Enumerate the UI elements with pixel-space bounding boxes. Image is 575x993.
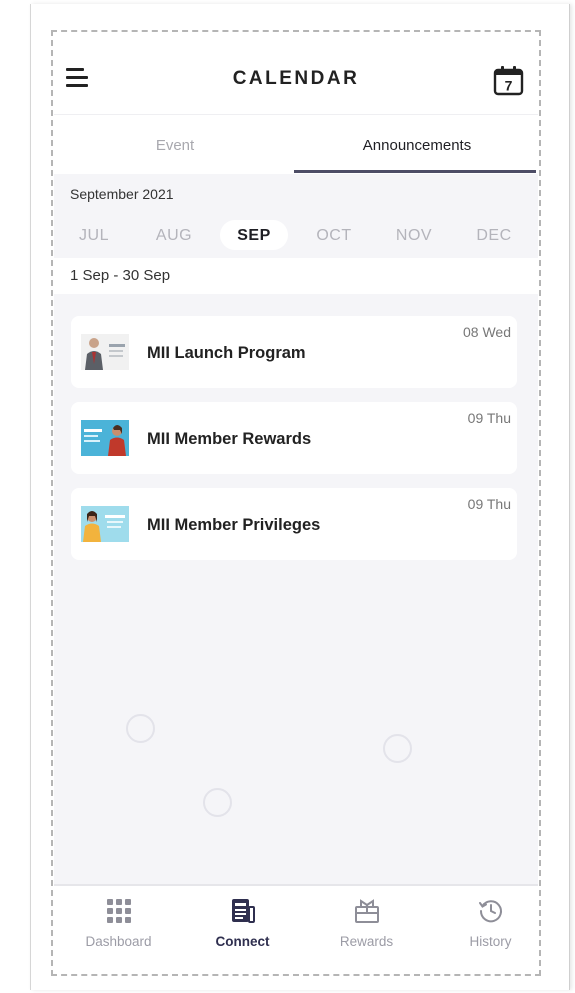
tab-bar: Event Announcements <box>54 114 538 174</box>
announcement-card[interactable]: MII Member Privileges 09 Thu <box>71 488 517 560</box>
bottom-navigation: Dashboard Connect Rewards History <box>54 884 538 974</box>
announcement-content: September 2021 JUL AUG SEP OCT NOV DEC 1… <box>54 174 538 884</box>
announcement-title: MII Launch Program <box>147 344 306 362</box>
month-oct[interactable]: OCT <box>300 220 368 250</box>
newspaper-icon <box>230 898 256 924</box>
nav-label: Dashboard <box>85 934 152 949</box>
announcement-card[interactable]: MII Member Rewards 09 Thu <box>71 402 517 474</box>
nav-history[interactable]: History <box>430 886 538 974</box>
announcement-thumbnail <box>81 420 129 456</box>
nav-label: Connect <box>215 934 270 949</box>
app-screen: CALENDAR 7 Event Announcements September… <box>54 34 538 974</box>
active-tab-indicator <box>294 170 536 173</box>
announcement-card[interactable]: MII Launch Program 08 Wed <box>71 316 517 388</box>
decorative-circle <box>383 734 412 763</box>
nav-rewards[interactable]: Rewards <box>306 886 427 974</box>
announcement-date: 08 Wed <box>463 324 511 340</box>
decorative-circle <box>126 714 155 743</box>
announcement-title: MII Member Rewards <box>147 430 312 448</box>
page-title: CALENDAR <box>232 68 360 89</box>
month-year-label: September 2021 <box>70 186 174 202</box>
announcement-date: 09 Thu <box>467 410 511 426</box>
announcement-date: 09 Thu <box>467 496 511 512</box>
tab-event[interactable]: Event <box>54 115 296 175</box>
history-icon <box>478 898 504 924</box>
month-dec[interactable]: DEC <box>460 220 528 250</box>
nav-label: Rewards <box>339 934 394 949</box>
month-selector: JUL AUG SEP OCT NOV DEC <box>54 220 538 254</box>
nav-connect[interactable]: Connect <box>182 886 303 974</box>
month-nov[interactable]: NOV <box>380 220 448 250</box>
month-sep[interactable]: SEP <box>220 220 288 250</box>
nav-dashboard[interactable]: Dashboard <box>58 886 179 974</box>
decorative-circle <box>203 788 232 817</box>
date-range-bar: 1 Sep - 30 Sep <box>54 258 538 294</box>
announcement-title: MII Member Privileges <box>147 516 321 534</box>
calendar-day: 7 <box>505 78 513 94</box>
tab-announcements[interactable]: Announcements <box>296 115 538 175</box>
announcement-thumbnail <box>81 506 129 542</box>
nav-label: History <box>469 934 512 949</box>
month-jul[interactable]: JUL <box>60 220 128 250</box>
app-header: CALENDAR 7 <box>54 34 538 114</box>
grid-icon <box>106 898 132 924</box>
calendar-icon[interactable]: 7 <box>493 64 524 96</box>
date-range: 1 Sep - 30 Sep <box>70 267 171 284</box>
gift-icon <box>354 898 380 924</box>
announcement-thumbnail <box>81 334 129 370</box>
month-aug[interactable]: AUG <box>140 220 208 250</box>
